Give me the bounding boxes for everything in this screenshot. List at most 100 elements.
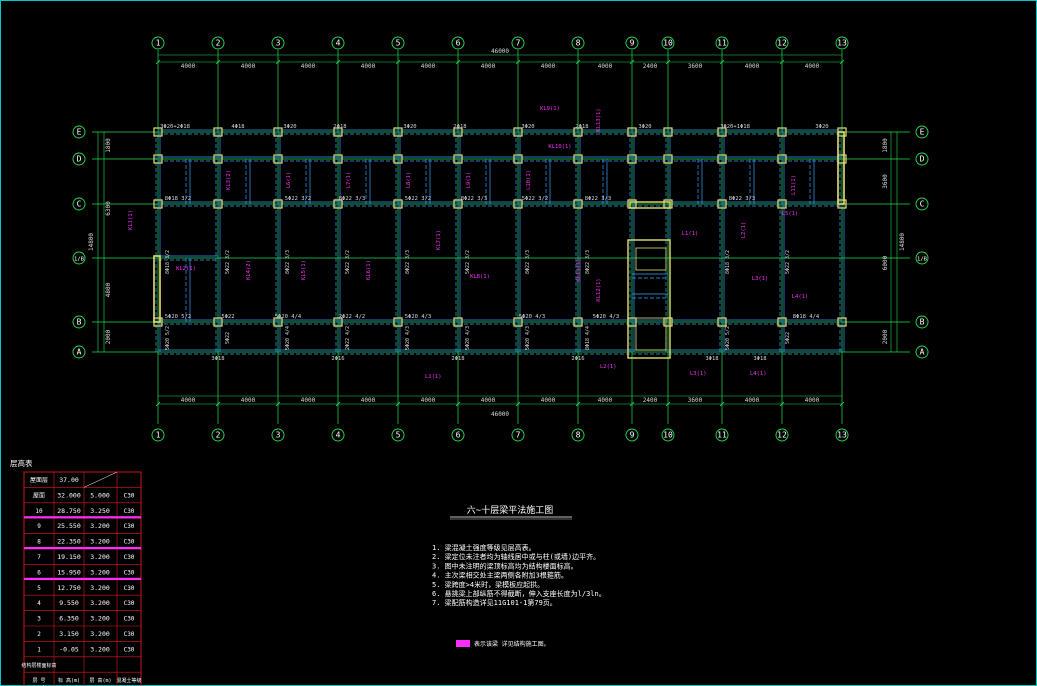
beam-tag: L8(1) [406, 172, 412, 189]
beam-label-low: 5Φ20 4/3 [519, 314, 546, 320]
dim-text: 4000 [301, 63, 316, 70]
dim-text: 4000 [361, 397, 376, 404]
axis-label-x: 10 [663, 39, 673, 48]
table-header: 标 高(m) [58, 677, 80, 684]
axis-label-x: 10 [663, 431, 673, 440]
axis-label-x: 3 [276, 431, 281, 440]
beam-label-mid: 8Φ22 3/3 [729, 196, 756, 202]
beam-labels: 3Φ20+2Φ18 4Φ18 3Φ20 2Φ18 3Φ20 2Φ18 3Φ20 2Φ18 3Φ2… [160, 124, 829, 362]
table-cell-height: 3.200 [90, 645, 110, 653]
table-cell-elev: 3.150 [59, 630, 79, 638]
beam-label-mid: 8Φ22 3/3 [339, 196, 366, 202]
beam-label-bottom: 3Φ18 [705, 356, 718, 362]
dim-text: 1800 [105, 138, 112, 153]
dim-text: 4000 [481, 397, 496, 404]
dim-text: 2000 [105, 329, 112, 344]
axis-label-x: 12 [777, 431, 787, 440]
axis-label-x: 2 [216, 39, 221, 48]
beam-label-mid: 8Φ22 3/3 [585, 196, 612, 202]
grid-lines: 1122334455667788991010111112121313E ED DC C… [72, 36, 929, 442]
table-cell-floor: 8 [37, 539, 41, 546]
dim-text: 1800 [882, 138, 889, 153]
table-header: 混凝土等级 [116, 677, 141, 684]
axis-label-x: 13 [837, 431, 847, 440]
beam-label-low: 5Φ20 4/4 [275, 314, 302, 320]
shear-wall [837, 131, 845, 205]
beam-label-vertical: 8Φ22 3/3 [285, 250, 291, 274]
beam-label-bottom: 2Φ16 [571, 356, 584, 362]
note-line: 6. 悬挑梁上部纵筋不得截断，伸入支座长度为l/3ln。 [432, 589, 606, 598]
dim-text: 4000 [745, 397, 760, 404]
table-cell-elev: 19.150 [57, 553, 81, 561]
table-title: 层高表 [10, 458, 33, 468]
columns [153, 127, 847, 359]
axis-label-y: D [77, 155, 82, 164]
beam-label-vertical: 5Φ20 4/3 [405, 326, 411, 350]
beams [155, 129, 845, 355]
beam-tag: KL6(1) [366, 260, 372, 280]
beam-label-mid: 5Φ22 3/2 [405, 196, 432, 202]
table-header: 层 高(m) [89, 677, 111, 684]
beam-tag: KL10(1) [548, 144, 571, 150]
table-cell-floor: 4 [37, 600, 41, 607]
legend-swatch [456, 640, 470, 647]
table-cell-floor: 3 [37, 616, 41, 623]
table-band [24, 516, 141, 519]
table-cell-grade: C30 [124, 600, 135, 607]
beam-tag: L1(1) [425, 374, 442, 380]
dim-text: 4000 [181, 63, 196, 70]
dim-text: 2400 [643, 397, 658, 404]
table-cell-elev: 32.000 [57, 491, 81, 499]
axis-label-x: 1 [156, 431, 161, 440]
table-cell-floor: 5 [37, 585, 41, 592]
table-cell-grade: C30 [124, 631, 135, 638]
beam-label-vertical: 5Φ20 5/2 [165, 326, 171, 350]
dim-text: 4000 [481, 63, 496, 70]
axis-label-x: 2 [216, 431, 221, 440]
beam-tag: KL4(2) [246, 260, 252, 280]
beam-tag: L10(1) [526, 170, 532, 190]
beam-label-vertical: 5Φ20 4/4 [285, 326, 291, 350]
beam-label-low: 5Φ20 5/2 [165, 314, 192, 320]
table-header: 层 号 [32, 678, 45, 684]
beam-tag: L7(1) [346, 172, 352, 189]
beam-label-bottom: 3Φ18 [753, 356, 766, 362]
table-cell-height: 3.250 [90, 507, 110, 515]
dimensions: 4000 4000 4000 4000 4000 4000 4000 4000 4000 4000… [88, 48, 906, 418]
table-band [24, 547, 141, 550]
dim-text: 4000 [805, 63, 820, 70]
beam-tag: L6(1) [286, 172, 292, 189]
note-line: 1. 梁混凝土强度等级见层高表。 [432, 543, 536, 552]
axis-label-y: E [920, 128, 925, 137]
table-cell-floor: 10 [35, 508, 43, 515]
beam-tag: KL5(1) [301, 260, 307, 280]
axis-label-x: 1 [156, 39, 161, 48]
dim-text: 4000 [241, 63, 256, 70]
beam-label-top: 3Φ20 [521, 124, 534, 130]
beam-tag: L4(1) [792, 294, 809, 300]
beam-tag: L4(1) [750, 371, 767, 377]
drawing-title: 六~十层梁平法施工图 [467, 504, 553, 516]
beam-tag: L11(1) [791, 175, 797, 195]
axis-label-x: 13 [837, 39, 847, 48]
axis-label-x: 8 [576, 431, 581, 440]
dim-text: 4800 [105, 282, 112, 297]
axis-label-y: B [77, 318, 82, 327]
table-diagonal [83, 471, 118, 488]
beam-tag: KL3(2) [226, 170, 232, 190]
beam-plan-drawing: 1122334455667788991010111112121313E ED DC C… [10, 36, 929, 686]
beam-tag: KL11(1) [576, 258, 582, 281]
stair-box [635, 247, 667, 271]
dim-text: 4000 [805, 397, 820, 404]
beam-label-vertical: 5Φ22 3/2 [465, 250, 471, 274]
axis-label-x: 6 [456, 431, 461, 440]
beam-label-low: 8Φ18 4/4 [793, 314, 820, 320]
beam-label-low: 5Φ22 [221, 314, 234, 320]
table-cell-elev: 28.750 [57, 507, 81, 515]
beam-label-top: 3Φ20 [403, 124, 416, 130]
dim-text: 3600 [688, 397, 703, 404]
dim-total: 46000 [491, 411, 509, 418]
table-cell-elev: 37.00 [59, 476, 79, 484]
table-band [24, 577, 141, 580]
axis-label-y: C [77, 200, 82, 209]
